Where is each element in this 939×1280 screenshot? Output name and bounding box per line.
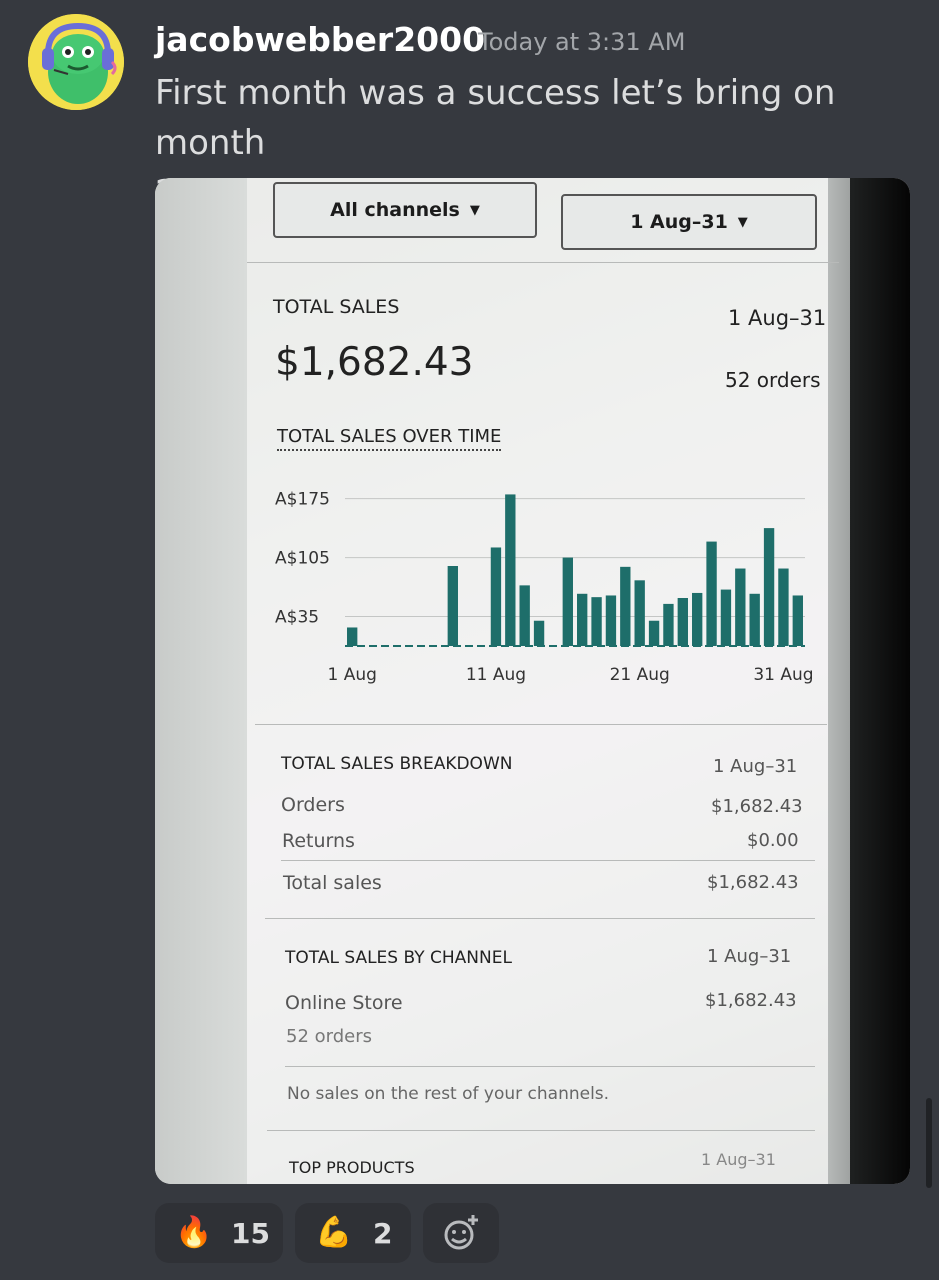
y-tick-label: A$175 [275,490,330,510]
chart-bar [490,547,502,646]
chart-bar [505,494,516,646]
date-dropdown-label: 1 Aug–31 [630,211,728,233]
chart-bar [792,595,803,646]
total-sales-orders: 52 orders [725,368,821,392]
breakdown-range: 1 Aug–31 [713,756,798,777]
user-avatar[interactable] [28,14,124,110]
chart-bar [648,620,660,646]
divider [285,1066,815,1067]
by-channel-range: 1 Aug–31 [707,946,792,967]
channels-dropdown: All channels ▼ [273,182,537,238]
reaction-count: 15 [231,1217,270,1250]
chevron-down-icon: ▼ [737,214,748,230]
message-timestamp: Today at 3:31 AM [478,28,686,56]
chart-title: TOTAL SALES OVER TIME [277,426,502,451]
channel-name: Online Store [285,992,403,1014]
chevron-down-icon: ▼ [469,202,480,218]
photo-dark-edge [850,178,910,1184]
breakdown-returns-value: $0.00 [747,830,799,851]
reaction-count: 2 [373,1217,393,1250]
top-products-range: 1 Aug–31 [701,1150,776,1169]
divider [265,918,815,919]
breakdown-total-label: Total sales [283,872,382,894]
x-tick-label: 1 Aug [327,665,376,685]
chart-bar [778,568,789,646]
message-text-line-1: First month was a success let’s bring on… [155,73,836,163]
add-reaction-icon [444,1215,478,1250]
chart-bar [533,620,545,646]
chart-bar [562,557,573,646]
image-attachment[interactable]: All channels ▼ 1 Aug–31 ▼ TOTAL SALES 1 Au… [155,178,910,1184]
breakdown-returns-label: Returns [282,830,355,852]
breakdown-total-value: $1,682.43 [707,872,799,893]
chart-bar [663,603,674,646]
total-sales-range: 1 Aug–31 [728,306,827,330]
add-reaction-button[interactable] [423,1203,499,1263]
chart-bar [749,593,760,646]
top-products-heading: TOP PRODUCTS [289,1158,415,1177]
chart-bar [591,597,602,646]
breakdown-heading: TOTAL SALES BREAKDOWN [281,754,513,774]
photo-left-background [155,178,247,1184]
breakdown-orders-label: Orders [281,794,345,816]
total-sales-heading: TOTAL SALES [273,296,400,318]
x-tick-label: 11 Aug [466,665,526,685]
message-username[interactable]: jacobwebber2000 [155,20,485,59]
sales-bar-chart: A$175 A$105 A$35 1 Aug 11 Aug 21 Aug 31 Aug [275,490,814,685]
divider [247,262,839,263]
chart-bar [447,566,458,646]
avatar-character-icon [28,14,124,110]
reaction-fire[interactable]: 🔥 15 [155,1203,283,1263]
chart-bar [577,593,588,646]
chart-bar [706,541,717,646]
y-tick-label: A$35 [275,608,319,628]
chart-bar [677,598,688,646]
chart-bar [519,585,530,646]
divider [267,1130,815,1131]
chart-bar [763,528,775,646]
breakdown-orders-value: $1,682.43 [711,796,803,817]
chart-bar [620,566,631,646]
chart-bar [720,589,732,646]
by-channel-heading: TOTAL SALES BY CHANNEL [285,948,512,968]
total-sales-amount: $1,682.43 [275,340,474,385]
flexed-biceps-icon: 💪 [315,1215,353,1250]
chart-bar [634,580,645,646]
divider [281,860,815,861]
channel-orders: 52 orders [286,1026,373,1047]
chart-bar [605,595,617,646]
fire-icon: 🔥 [175,1215,213,1250]
x-tick-label: 21 Aug [610,665,670,685]
chart-bar [692,592,703,646]
divider [255,724,827,725]
channels-dropdown-label: All channels [330,199,460,221]
no-sales-note: No sales on the rest of your channels. [287,1084,610,1104]
date-dropdown: 1 Aug–31 ▼ [561,194,817,250]
chart-bar [347,627,358,646]
y-tick-label: A$105 [275,549,330,569]
x-tick-label: 31 Aug [753,665,813,685]
channel-value: $1,682.43 [705,990,797,1011]
chart-bar [735,568,746,646]
reaction-muscle[interactable]: 💪 2 [295,1203,411,1263]
scrollbar-thumb[interactable] [926,1098,932,1188]
